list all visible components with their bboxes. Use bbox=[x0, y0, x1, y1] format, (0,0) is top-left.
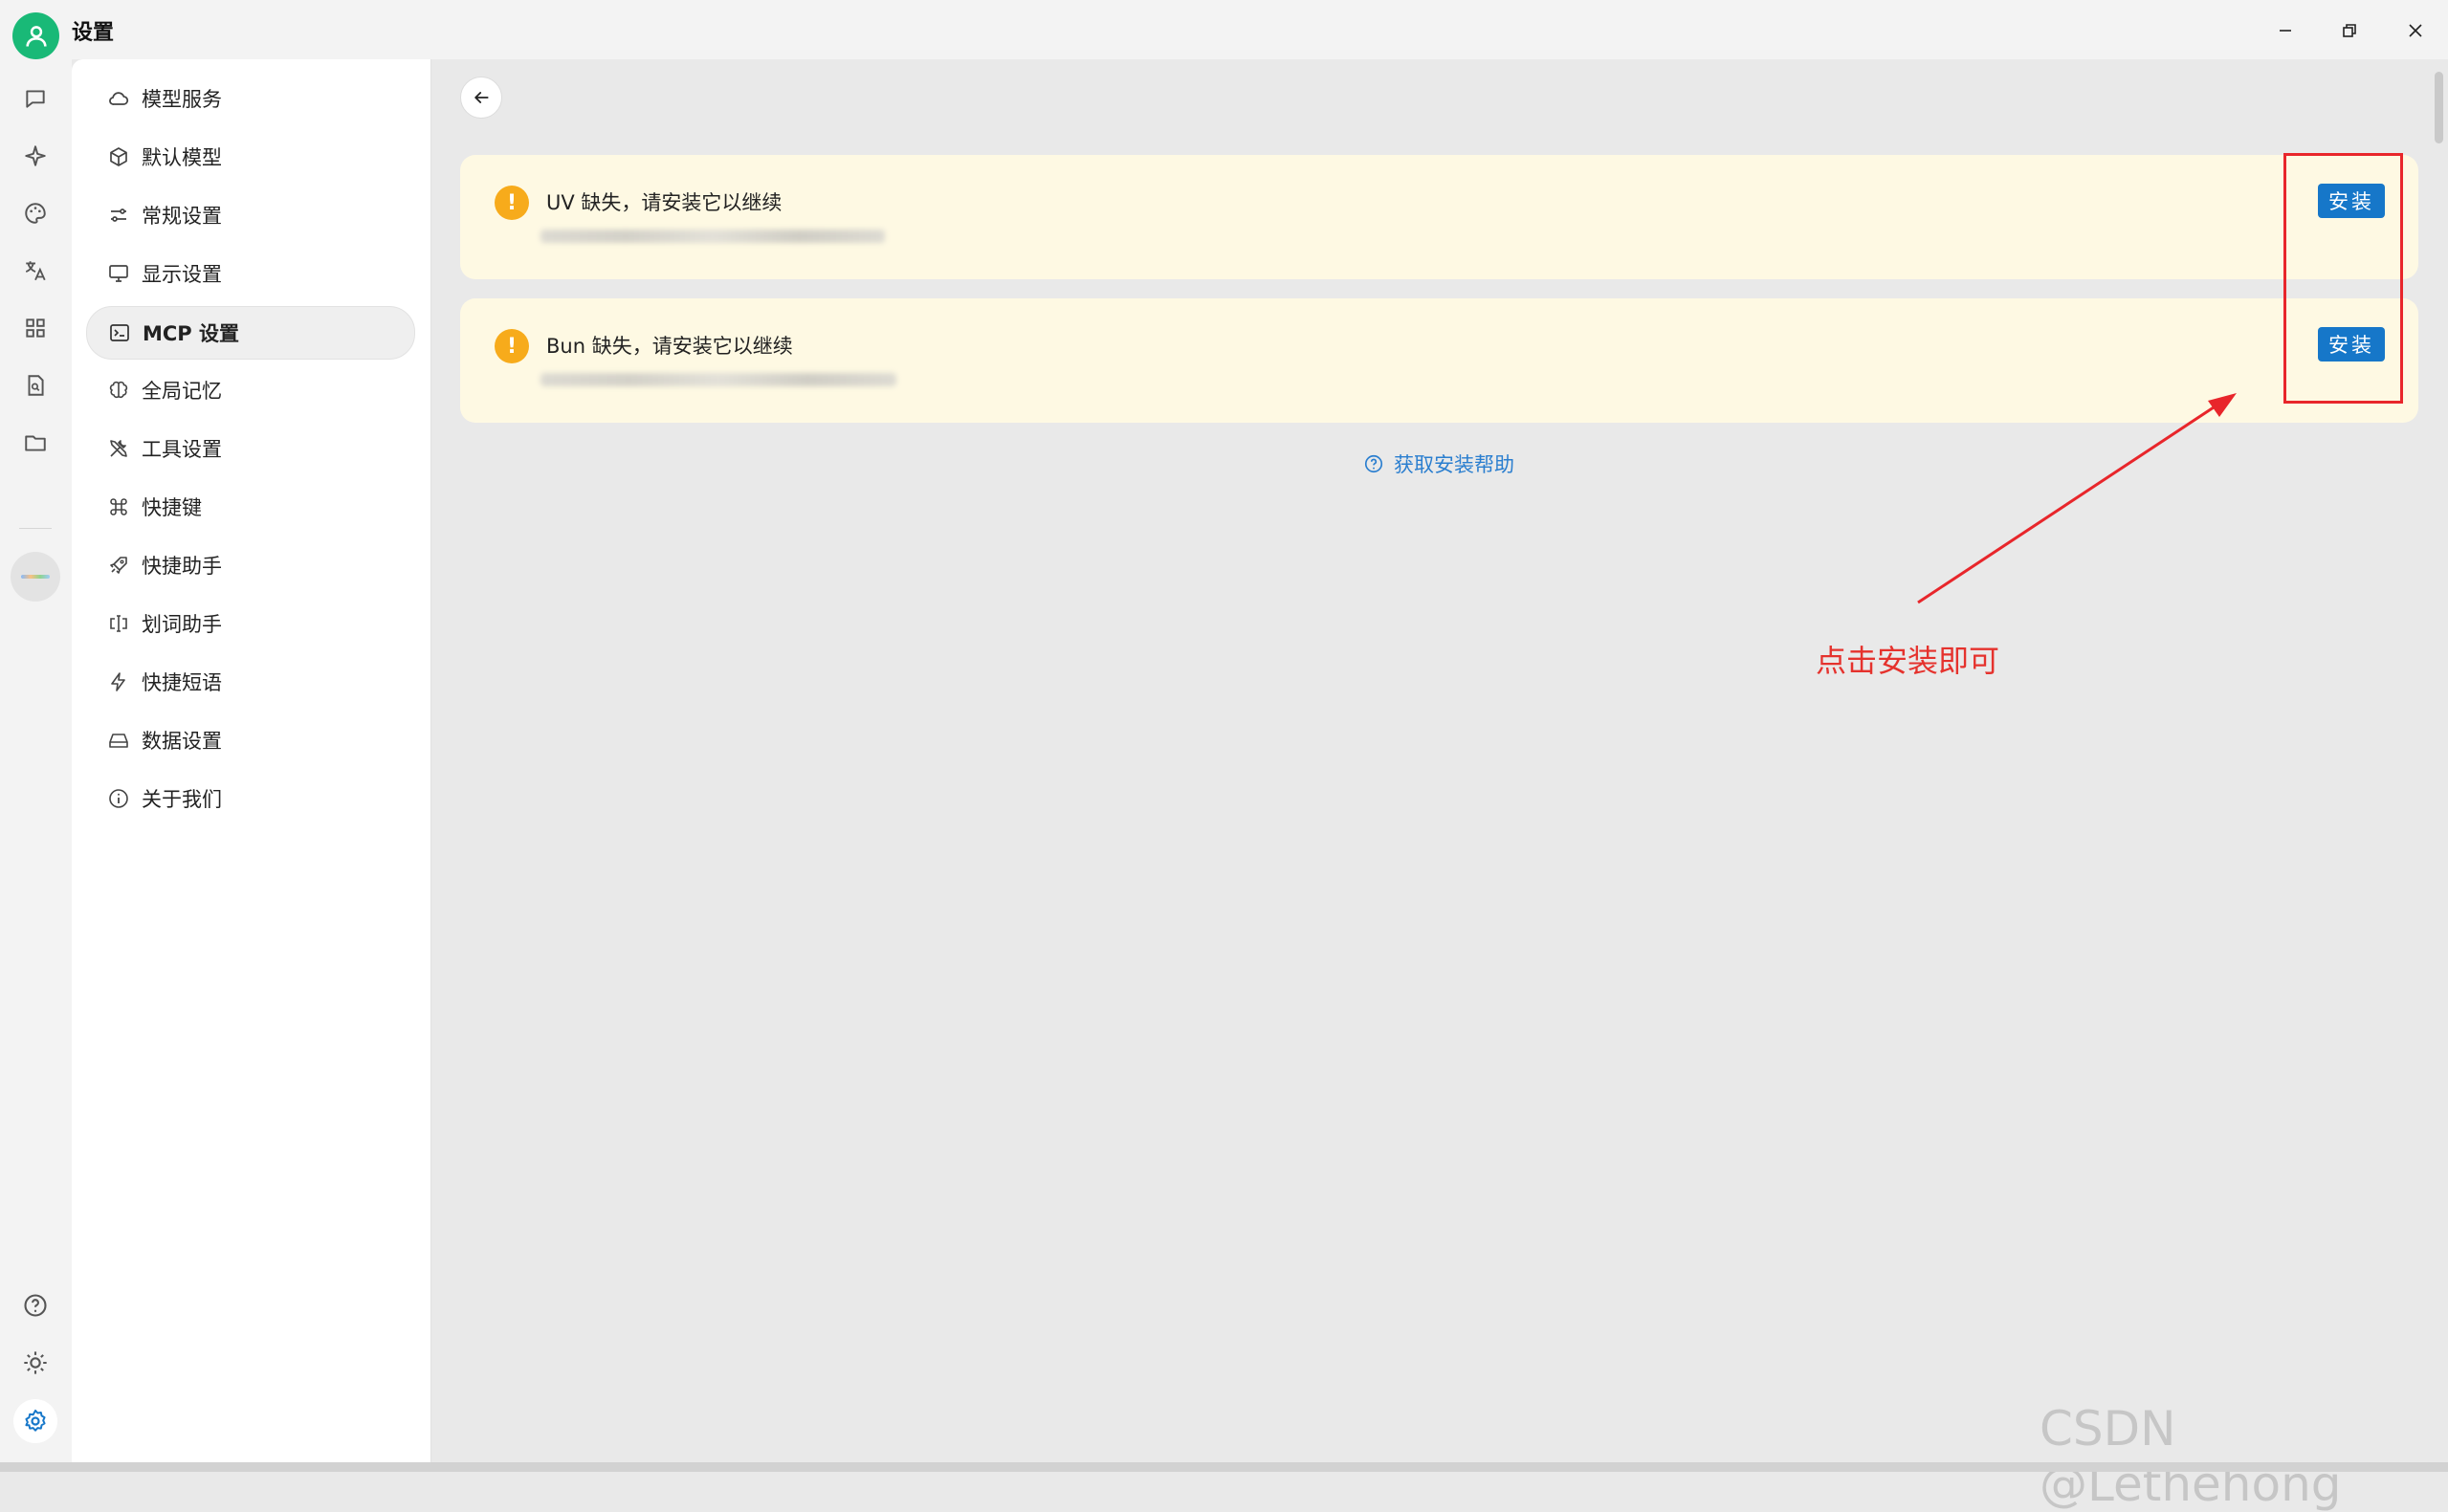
scrollbar[interactable] bbox=[2435, 72, 2443, 143]
watermark: CSDN @Lethehong bbox=[2040, 1401, 2342, 1512]
annotation-text: 点击安装即可 bbox=[1816, 643, 2000, 679]
annotation-arrow bbox=[1917, 393, 2237, 604]
bottom-edge bbox=[0, 1462, 2448, 1472]
